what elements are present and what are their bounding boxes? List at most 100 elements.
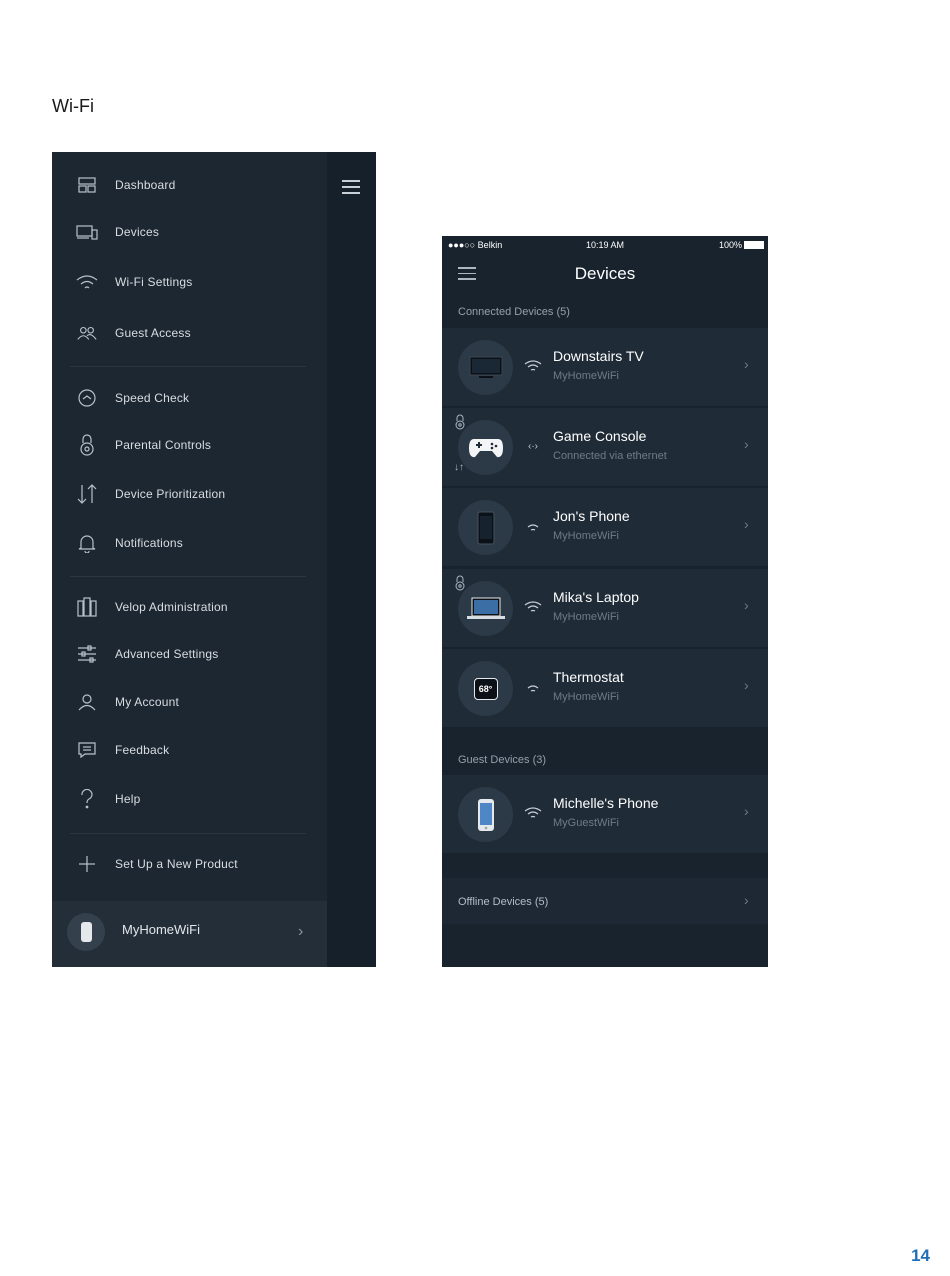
menu-divider [70, 366, 306, 367]
guest-devices-label: Guest Devices (3) [458, 754, 547, 766]
menu-overlay-strip[interactable] [327, 152, 376, 967]
offline-devices-row[interactable]: Offline Devices (5) › [442, 878, 768, 924]
menu-item-speed-check[interactable]: Speed Check [52, 378, 327, 418]
menu-item-label: Wi-Fi Settings [115, 275, 193, 289]
plus-icon [76, 853, 98, 875]
thermostat-display: 68° [473, 677, 498, 700]
laptop-icon [458, 581, 513, 636]
screen-title: Devices [574, 264, 636, 283]
prioritization-icon: ↓↑ [454, 462, 464, 473]
status-bar: ●●●○○ Belkin 10:19 AM 100% [442, 236, 768, 254]
sliders-icon [76, 643, 98, 665]
chevron-right-icon: › [744, 356, 749, 372]
wifi-icon [523, 679, 543, 695]
offline-devices-label: Offline Devices (5) [458, 896, 549, 908]
device-network: MyHomeWiFi [553, 691, 619, 703]
network-name: MyHomeWiFi [122, 922, 200, 937]
lock-icon [76, 434, 98, 456]
menu-item-device-prioritization[interactable]: Device Prioritization [52, 474, 327, 514]
menu-item-devices[interactable]: Devices [52, 212, 327, 252]
prioritization-icon [76, 483, 98, 505]
menu-item-label: Notifications [115, 536, 183, 550]
device-name: Thermostat [553, 669, 624, 685]
device-row-thermostat[interactable]: 68° Thermostat MyHomeWiFi › [442, 649, 768, 727]
menu-item-advanced-settings[interactable]: Advanced Settings [52, 634, 327, 674]
chevron-right-icon: › [298, 923, 304, 940]
menu-item-guest-access[interactable]: Guest Access [52, 313, 327, 353]
phone-icon [458, 500, 513, 555]
device-network: Connected via ethernet [553, 450, 667, 462]
menu-item-parental-controls[interactable]: Parental Controls [52, 425, 327, 465]
device-name: Downstairs TV [553, 348, 644, 364]
menu-item-label: Device Prioritization [115, 487, 226, 501]
menu-item-wifi-settings[interactable]: Wi-Fi Settings [52, 262, 327, 302]
menu-item-help[interactable]: Help [52, 779, 327, 819]
menu-item-my-account[interactable]: My Account [52, 682, 327, 722]
device-name: Michelle's Phone [553, 795, 659, 811]
thermostat-icon: 68° [458, 661, 513, 716]
menu-item-label: Velop Administration [115, 600, 228, 614]
device-row-game-console[interactable]: ↓↑ ‹·› Game Console Connected via ethern… [442, 408, 768, 486]
battery-icon [744, 241, 764, 249]
menu-item-label: Advanced Settings [115, 647, 219, 661]
devices-icon [76, 221, 98, 243]
wifi-icon [76, 271, 98, 293]
help-icon [76, 788, 98, 810]
device-row-downstairs-tv[interactable]: Downstairs TV MyHomeWiFi › [442, 328, 768, 406]
chevron-right-icon: › [744, 436, 749, 452]
device-name: Game Console [553, 428, 647, 444]
device-row-jons-phone[interactable]: Jon's Phone MyHomeWiFi › [442, 488, 768, 566]
menu-item-label: Set Up a New Product [115, 857, 238, 871]
device-network: MyHomeWiFi [553, 611, 619, 623]
menu-divider [70, 576, 306, 577]
wifi-icon [523, 599, 543, 615]
device-network: MyHomeWiFi [553, 530, 619, 542]
device-network: MyHomeWiFi [553, 370, 619, 382]
chevron-right-icon: › [744, 516, 749, 532]
menu-item-notifications[interactable]: Notifications [52, 523, 327, 563]
menu-item-label: Speed Check [115, 391, 190, 405]
device-name: Mika's Laptop [553, 589, 639, 605]
speed-check-icon [76, 387, 98, 409]
guest-access-icon [76, 322, 98, 344]
menu-item-label: Guest Access [115, 326, 191, 340]
menu-divider [70, 833, 306, 834]
tv-icon [458, 340, 513, 395]
menu-item-label: Help [115, 792, 141, 806]
menu-item-label: My Account [115, 695, 180, 709]
velop-admin-icon [76, 596, 98, 618]
menu-item-label: Dashboard [115, 178, 176, 192]
menu-item-label: Devices [115, 225, 160, 239]
chevron-right-icon: › [744, 892, 749, 908]
chevron-right-icon: › [744, 677, 749, 693]
connected-devices-label: Connected Devices (5) [458, 306, 570, 318]
battery-percent: 100% [718, 240, 742, 250]
wifi-icon [523, 805, 543, 821]
menu-item-dashboard[interactable]: Dashboard [52, 165, 327, 205]
device-row-mikas-laptop[interactable]: Mika's Laptop MyHomeWiFi › [442, 569, 768, 647]
dashboard-icon [76, 174, 98, 196]
menu-item-set-up-new-product[interactable]: Set Up a New Product [52, 844, 327, 884]
wifi-icon [523, 518, 543, 534]
chevron-right-icon: › [744, 803, 749, 819]
account-icon [76, 691, 98, 713]
gamepad-icon [458, 420, 513, 475]
bell-icon [76, 532, 98, 554]
phone-icon [458, 787, 513, 842]
feedback-icon [76, 739, 98, 761]
menu-item-feedback[interactable]: Feedback [52, 730, 327, 770]
menu-screen: Dashboard Devices Wi-Fi Settings Guest A… [52, 152, 376, 967]
network-selector[interactable]: MyHomeWiFi › [52, 901, 327, 967]
node-icon [67, 913, 105, 951]
menu-item-label: Parental Controls [115, 438, 212, 452]
device-name: Jon's Phone [553, 508, 630, 524]
devices-screen: ●●●○○ Belkin 10:19 AM 100% Devices Conne… [442, 236, 768, 967]
page-heading: Wi-Fi [52, 96, 94, 116]
chevron-right-icon: › [744, 597, 749, 613]
wifi-icon [523, 358, 543, 374]
device-network: MyGuestWiFi [553, 817, 619, 829]
device-row-michelles-phone[interactable]: Michelle's Phone MyGuestWiFi › [442, 775, 768, 853]
hamburger-icon[interactable] [342, 180, 360, 194]
ethernet-icon: ‹·› [528, 440, 538, 452]
menu-item-velop-administration[interactable]: Velop Administration [52, 587, 327, 627]
